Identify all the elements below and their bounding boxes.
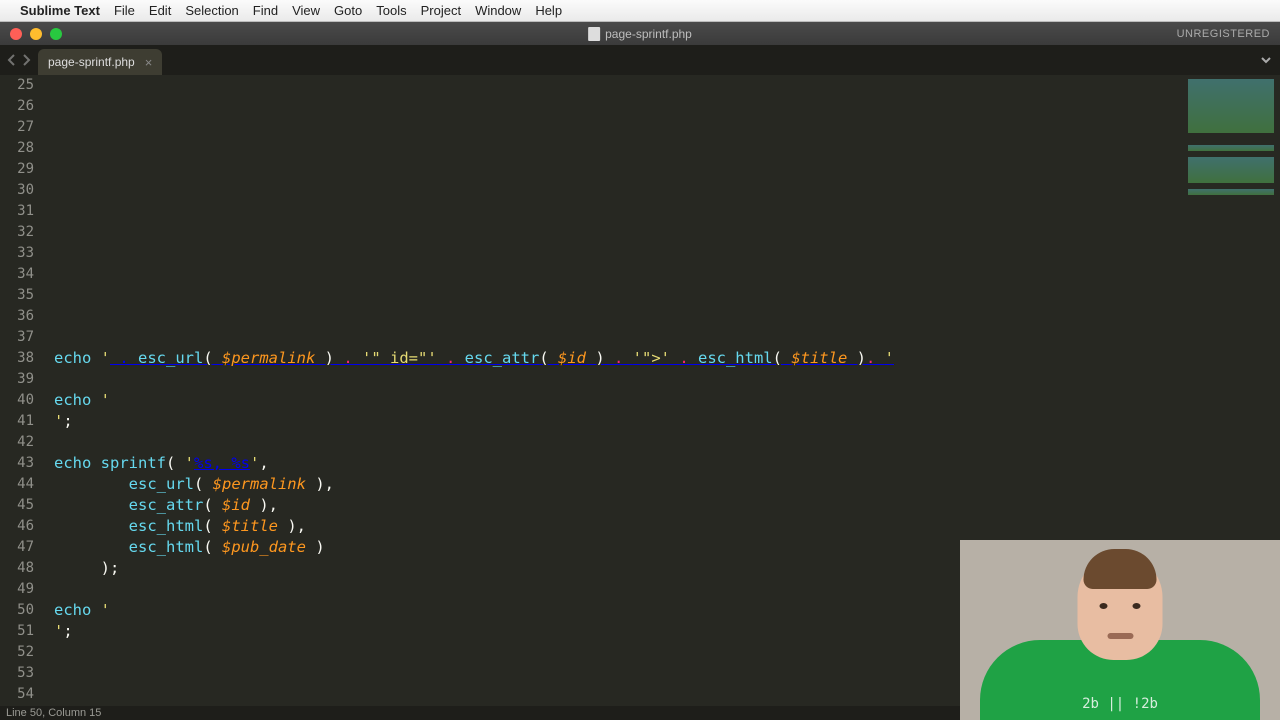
nav-back-icon[interactable]: [6, 53, 18, 71]
menu-tools[interactable]: Tools: [376, 3, 406, 18]
tab-label: page-sprintf.php: [48, 55, 135, 69]
close-window-icon[interactable]: [10, 28, 22, 40]
menu-goto[interactable]: Goto: [334, 3, 362, 18]
window-title-bar: page-sprintf.php UNREGISTERED: [0, 22, 1280, 45]
menu-help[interactable]: Help: [535, 3, 562, 18]
menu-selection[interactable]: Selection: [185, 3, 238, 18]
window-title-text: page-sprintf.php: [605, 27, 692, 41]
document-icon: [588, 27, 600, 41]
menu-file[interactable]: File: [114, 3, 135, 18]
mac-menu-bar: Sublime Text File Edit Selection Find Vi…: [0, 0, 1280, 22]
tab-active[interactable]: page-sprintf.php ×: [38, 49, 162, 75]
unregistered-label: UNREGISTERED: [1177, 28, 1270, 40]
tab-bar: page-sprintf.php ×: [0, 45, 1280, 75]
menu-window[interactable]: Window: [475, 3, 521, 18]
nav-forward-icon[interactable]: [20, 53, 32, 71]
window-title: page-sprintf.php: [588, 27, 692, 41]
tab-close-icon[interactable]: ×: [145, 55, 153, 70]
minimize-window-icon[interactable]: [30, 28, 42, 40]
menu-project[interactable]: Project: [421, 3, 461, 18]
line-number-gutter: 2526272829303132333435363738394041424344…: [0, 75, 44, 706]
menu-edit[interactable]: Edit: [149, 3, 171, 18]
webcam-overlay: 2b || !2b: [960, 540, 1280, 720]
menu-view[interactable]: View: [292, 3, 320, 18]
zoom-window-icon[interactable]: [50, 28, 62, 40]
shirt-text: 2b || !2b: [1082, 696, 1158, 712]
app-name[interactable]: Sublime Text: [20, 3, 100, 18]
menu-find[interactable]: Find: [253, 3, 278, 18]
traffic-lights: [0, 28, 62, 40]
tab-overflow-icon[interactable]: [1260, 53, 1272, 71]
status-cursor-position: Line 50, Column 15: [6, 707, 101, 719]
